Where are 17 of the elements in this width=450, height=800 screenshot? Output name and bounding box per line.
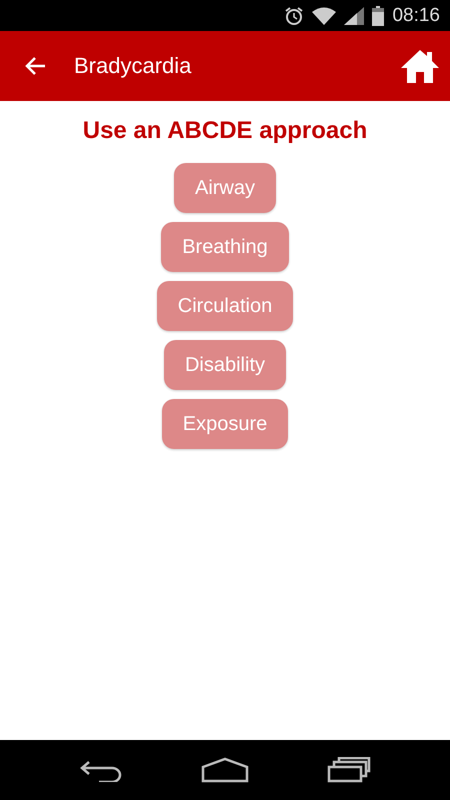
back-arrow-icon[interactable] xyxy=(24,56,46,76)
assessment-button[interactable]: Disability xyxy=(164,340,286,390)
status-time: 08:16 xyxy=(392,4,440,26)
wifi-icon xyxy=(312,6,336,24)
back-icon[interactable] xyxy=(79,758,123,782)
alarm-icon xyxy=(284,6,304,26)
assessment-button[interactable]: Circulation xyxy=(156,281,294,331)
home-icon[interactable] xyxy=(201,757,249,783)
app-bar-title: Bradycardia xyxy=(74,53,192,79)
assessment-button[interactable]: Exposure xyxy=(162,399,288,449)
home-icon[interactable] xyxy=(400,49,440,83)
section-heading: Use an ABCDE approach xyxy=(82,117,368,145)
assessment-button[interactable]: Airway xyxy=(174,163,276,213)
battery-icon xyxy=(372,6,384,26)
recent-apps-icon[interactable] xyxy=(327,757,371,783)
signal-icon xyxy=(344,6,364,24)
assessment-button[interactable]: Breathing xyxy=(161,222,289,272)
